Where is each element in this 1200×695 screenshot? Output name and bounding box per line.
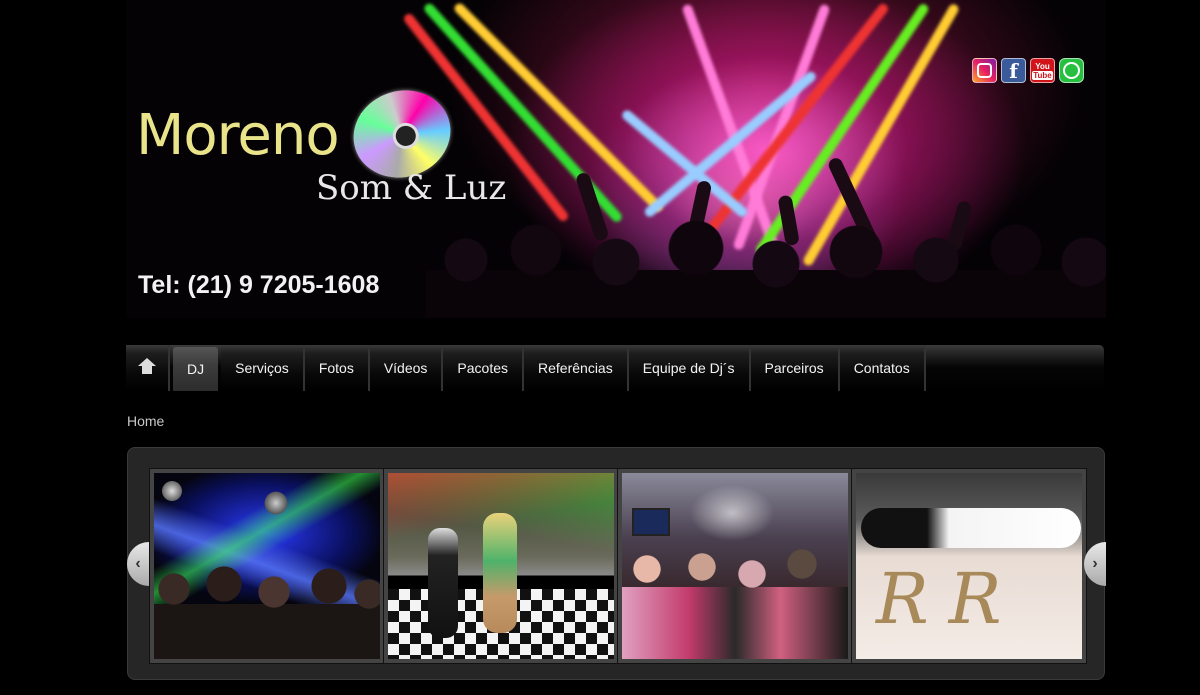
photo-couple-dancefloor: RR bbox=[856, 473, 1082, 659]
nav-home[interactable] bbox=[126, 345, 170, 391]
dancer-figure bbox=[483, 513, 517, 633]
carousel-photo[interactable] bbox=[384, 469, 618, 663]
breadcrumb[interactable]: Home bbox=[127, 413, 164, 429]
brand-subtitle: Som & Luz bbox=[316, 168, 507, 208]
photo-club-lasers bbox=[154, 473, 380, 659]
header-banner: Moreno Dj Som & Luz Tel: (21) 9 7205-160… bbox=[126, 0, 1106, 318]
nav-item-referencias[interactable]: Referências bbox=[524, 345, 629, 391]
facebook-icon[interactable]: f bbox=[1001, 58, 1026, 83]
carousel-photo[interactable]: RR bbox=[852, 469, 1086, 663]
monogram-floor: RR bbox=[876, 558, 1022, 640]
social-links: f You Tube bbox=[972, 58, 1084, 83]
instagram-icon[interactable] bbox=[972, 58, 997, 83]
photo-party-crowd bbox=[622, 473, 848, 659]
youtube-icon[interactable]: You Tube bbox=[1030, 58, 1055, 83]
nav-item-videos[interactable]: Vídeos bbox=[369, 345, 444, 391]
main-nav: DJ Serviços Fotos Vídeos Pacotes Referên… bbox=[126, 345, 1104, 391]
whatsapp-icon[interactable] bbox=[1059, 58, 1084, 83]
home-icon bbox=[138, 358, 156, 375]
crowd-silhouette bbox=[426, 200, 1106, 318]
photo-samba-dancer bbox=[388, 473, 614, 659]
youtube-icon-bottom: Tube bbox=[1032, 70, 1053, 80]
nav-item-parceiros[interactable]: Parceiros bbox=[750, 345, 840, 391]
crowd-silhouette bbox=[154, 564, 380, 659]
nav-item-contatos[interactable]: Contatos bbox=[839, 345, 926, 391]
youtube-icon-top: You bbox=[1035, 61, 1050, 71]
nav-item-fotos[interactable]: Fotos bbox=[304, 345, 370, 391]
crowd-silhouette bbox=[622, 549, 848, 659]
carousel-photo[interactable] bbox=[150, 469, 384, 663]
nav-item-dj[interactable]: DJ bbox=[173, 347, 219, 391]
photo-carousel: RR bbox=[127, 447, 1105, 680]
couple-figure bbox=[861, 508, 1081, 548]
carousel-photo[interactable] bbox=[618, 469, 852, 663]
person-figure bbox=[428, 528, 458, 638]
nav-item-equipe[interactable]: Equipe de Dj´s bbox=[628, 345, 751, 391]
tv-screen bbox=[632, 508, 670, 536]
nav-item-pacotes[interactable]: Pacotes bbox=[443, 345, 525, 391]
nav-item-servicos[interactable]: Serviços bbox=[221, 345, 305, 391]
phone-number: Tel: (21) 9 7205-1608 bbox=[138, 271, 380, 299]
